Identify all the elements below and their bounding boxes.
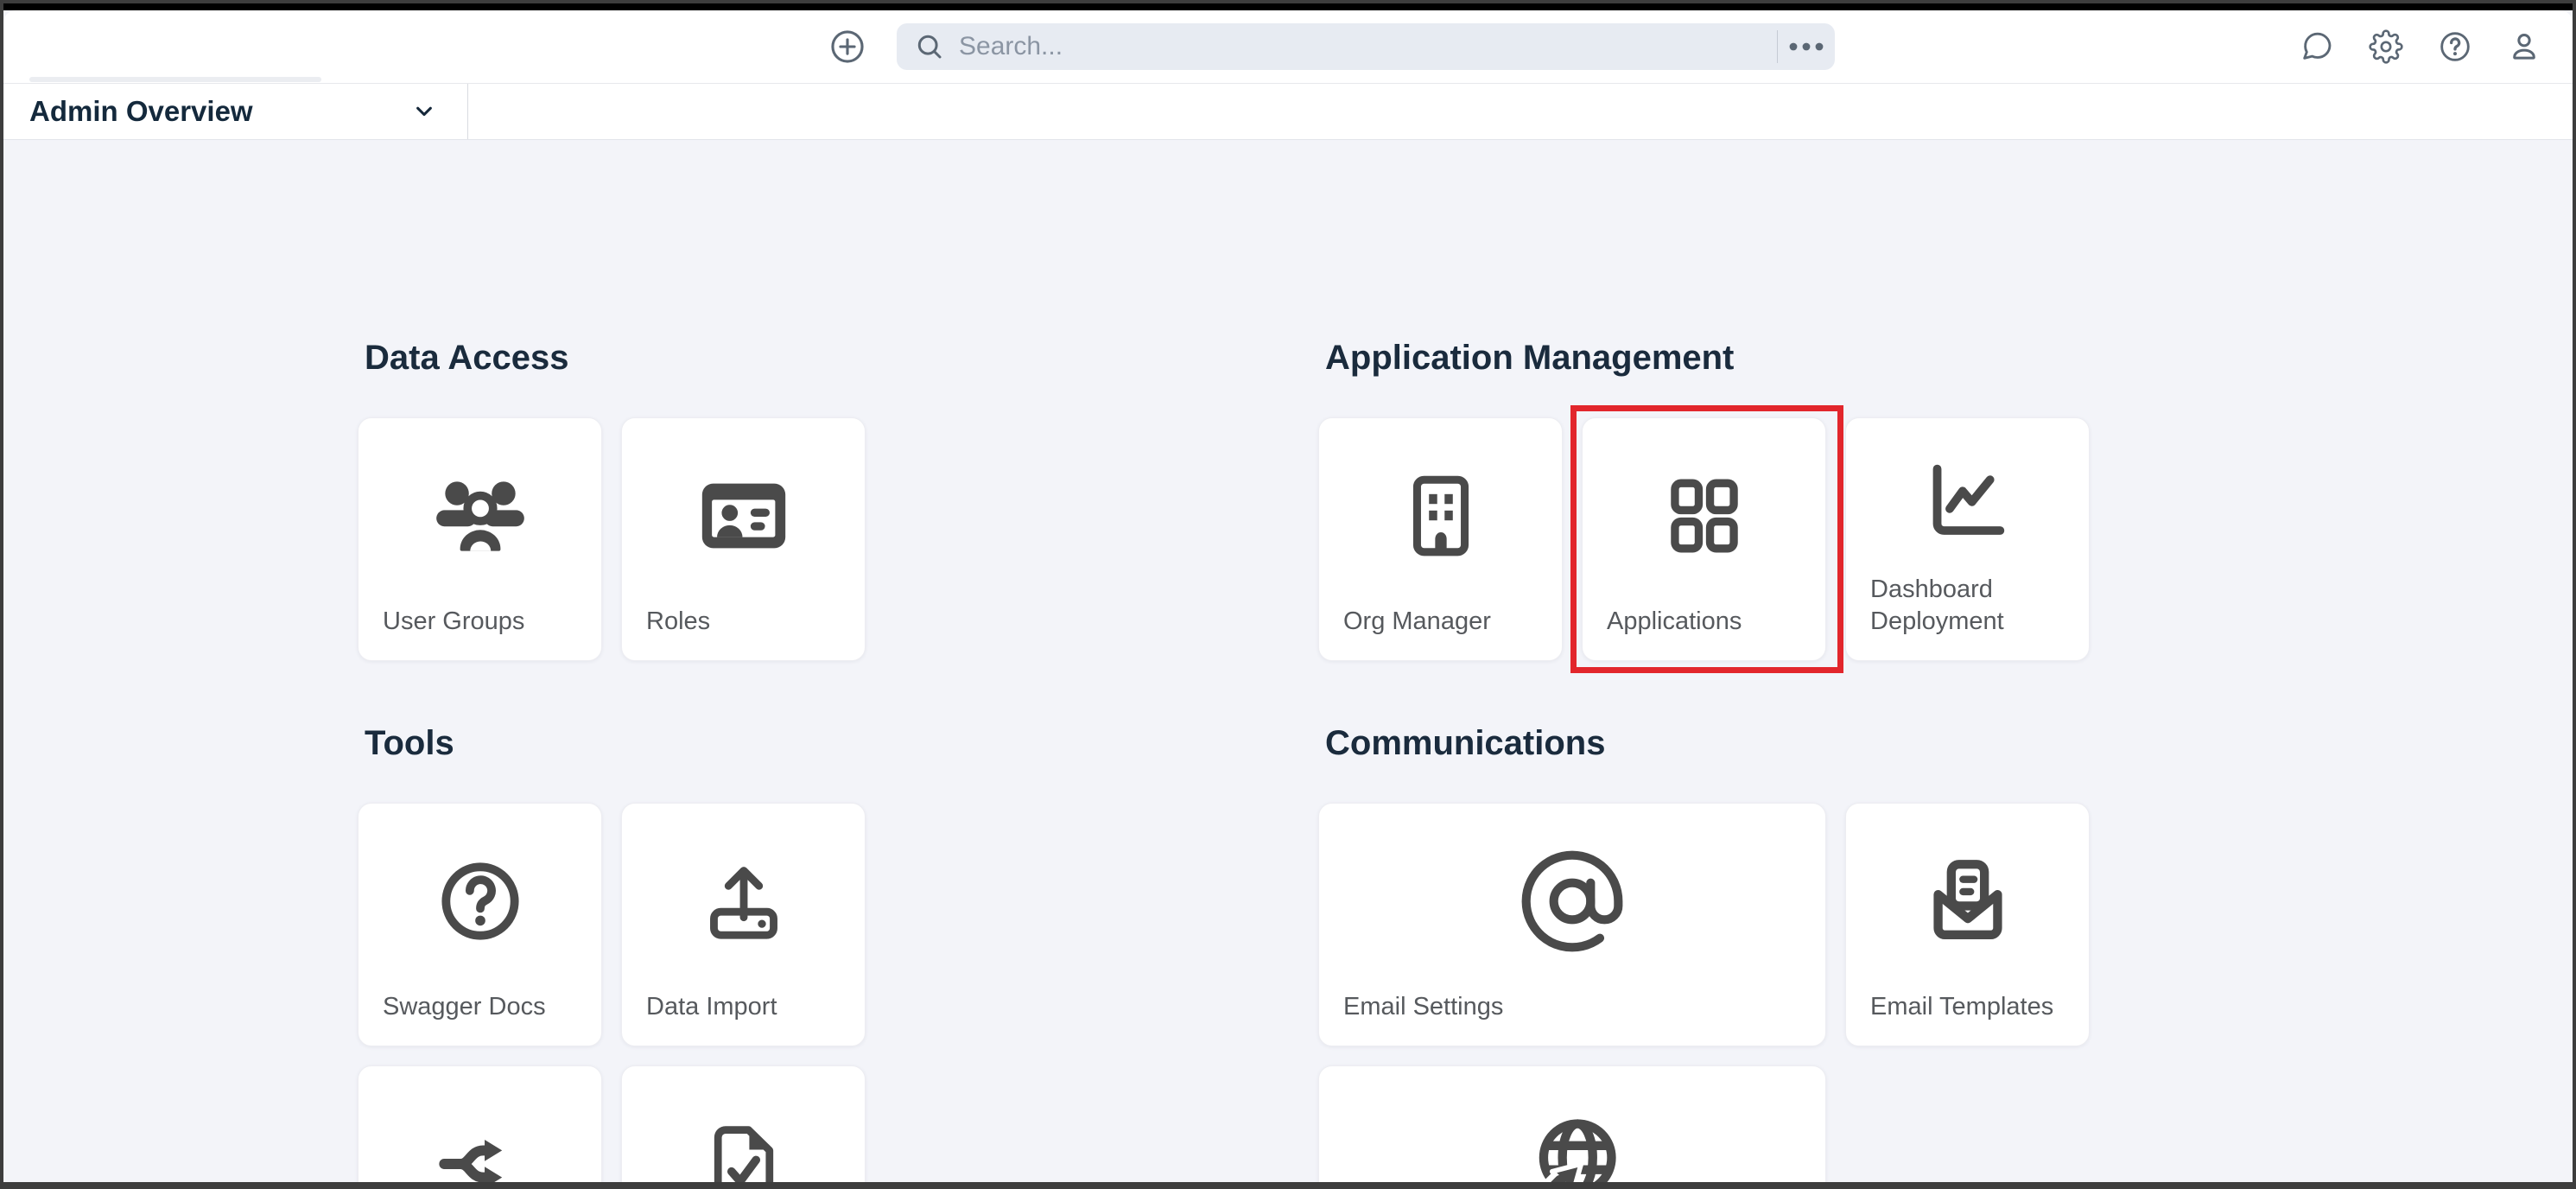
admin-overview-content: Data Access User Grou xyxy=(3,139,2573,1182)
add-new-button[interactable] xyxy=(828,28,866,66)
card-email-settings[interactable]: Email Settings xyxy=(1318,803,1826,1046)
section-communications: Communications Email Settings xyxy=(1318,722,2104,1189)
card-portal-url-settings[interactable]: Portal URL Settings xyxy=(1318,1065,1826,1189)
header-scrollbar-thumb[interactable] xyxy=(29,77,321,82)
user-groups-icon xyxy=(428,463,533,573)
reassign-data-icon xyxy=(433,1116,528,1189)
section-title: Tools xyxy=(365,722,1128,765)
card-label: Applications xyxy=(1583,606,1825,660)
search-icon xyxy=(914,31,945,62)
user-icon xyxy=(2507,54,2541,67)
section-data-access: Data Access User Grou xyxy=(358,336,1128,661)
ellipsis-icon xyxy=(1787,40,1825,54)
card-label: Email Templates xyxy=(1846,991,2089,1046)
data-import-icon xyxy=(695,853,792,954)
swagger-docs-icon xyxy=(432,853,529,954)
dashboard-deployment-icon xyxy=(1919,452,2016,553)
settings-button[interactable] xyxy=(2369,29,2403,64)
section-title: Application Management xyxy=(1325,336,2104,379)
email-settings-icon xyxy=(1517,846,1627,961)
card-applications[interactable]: Applications xyxy=(1582,417,1826,661)
card-email-templates[interactable]: Email Templates xyxy=(1845,803,2090,1046)
chevron-down-icon xyxy=(410,98,438,125)
card-swagger-docs[interactable]: Swagger Docs xyxy=(358,803,602,1046)
section-application-management: Application Management Org Manager xyxy=(1318,336,2104,661)
card-dashboard-deployment[interactable]: Dashboard Deployment xyxy=(1845,417,2090,661)
help-button[interactable] xyxy=(2438,29,2472,64)
plus-circle-icon xyxy=(828,55,866,68)
email-templates-icon xyxy=(1917,850,2019,957)
card-roles[interactable]: Roles xyxy=(621,417,866,661)
section-tools: Tools Swagger Docs xyxy=(358,722,1128,1189)
card-label: Data Import xyxy=(622,991,865,1046)
card-label: Roles xyxy=(622,606,865,660)
card-user-groups[interactable]: User Groups xyxy=(358,417,602,661)
header-icon-group xyxy=(2300,29,2541,64)
tab-label: Admin Overview xyxy=(29,95,253,128)
data-audit-trail-icon xyxy=(696,1116,791,1189)
admin-overview-screen: Admin Overview Data Access xyxy=(0,0,2576,1189)
card-reassign-data[interactable]: Reassign Data xyxy=(358,1065,602,1189)
portal-url-settings-icon xyxy=(1519,1110,1626,1189)
search-input[interactable] xyxy=(957,31,1777,62)
roles-icon xyxy=(693,465,795,571)
section-title: Data Access xyxy=(365,336,1128,379)
card-label: Org Manager xyxy=(1319,606,1562,660)
card-data-audit-trail[interactable]: Data Audit Trail xyxy=(621,1065,866,1189)
card-label: Dashboard Deployment xyxy=(1846,574,2089,660)
applications-icon xyxy=(1656,467,1753,569)
global-search xyxy=(897,23,1835,70)
section-title: Communications xyxy=(1325,722,2104,765)
help-icon xyxy=(2438,54,2472,67)
chat-icon xyxy=(2300,54,2334,67)
search-more-button[interactable] xyxy=(1778,23,1835,70)
card-org-manager[interactable]: Org Manager xyxy=(1318,417,1563,661)
chat-button[interactable] xyxy=(2300,29,2334,64)
card-label: User Groups xyxy=(358,606,601,660)
profile-button[interactable] xyxy=(2507,29,2541,64)
gear-icon xyxy=(2369,54,2403,67)
card-label: Swagger Docs xyxy=(358,991,601,1046)
top-header-bar xyxy=(3,10,2573,84)
card-data-import[interactable]: Data Import xyxy=(621,803,866,1046)
org-manager-icon xyxy=(1392,467,1490,569)
workspace-tab-bar: Admin Overview xyxy=(3,84,2573,140)
window-top-strip xyxy=(3,3,2573,10)
card-label: Email Settings xyxy=(1319,991,1825,1046)
tab-admin-overview[interactable]: Admin Overview xyxy=(3,84,468,139)
